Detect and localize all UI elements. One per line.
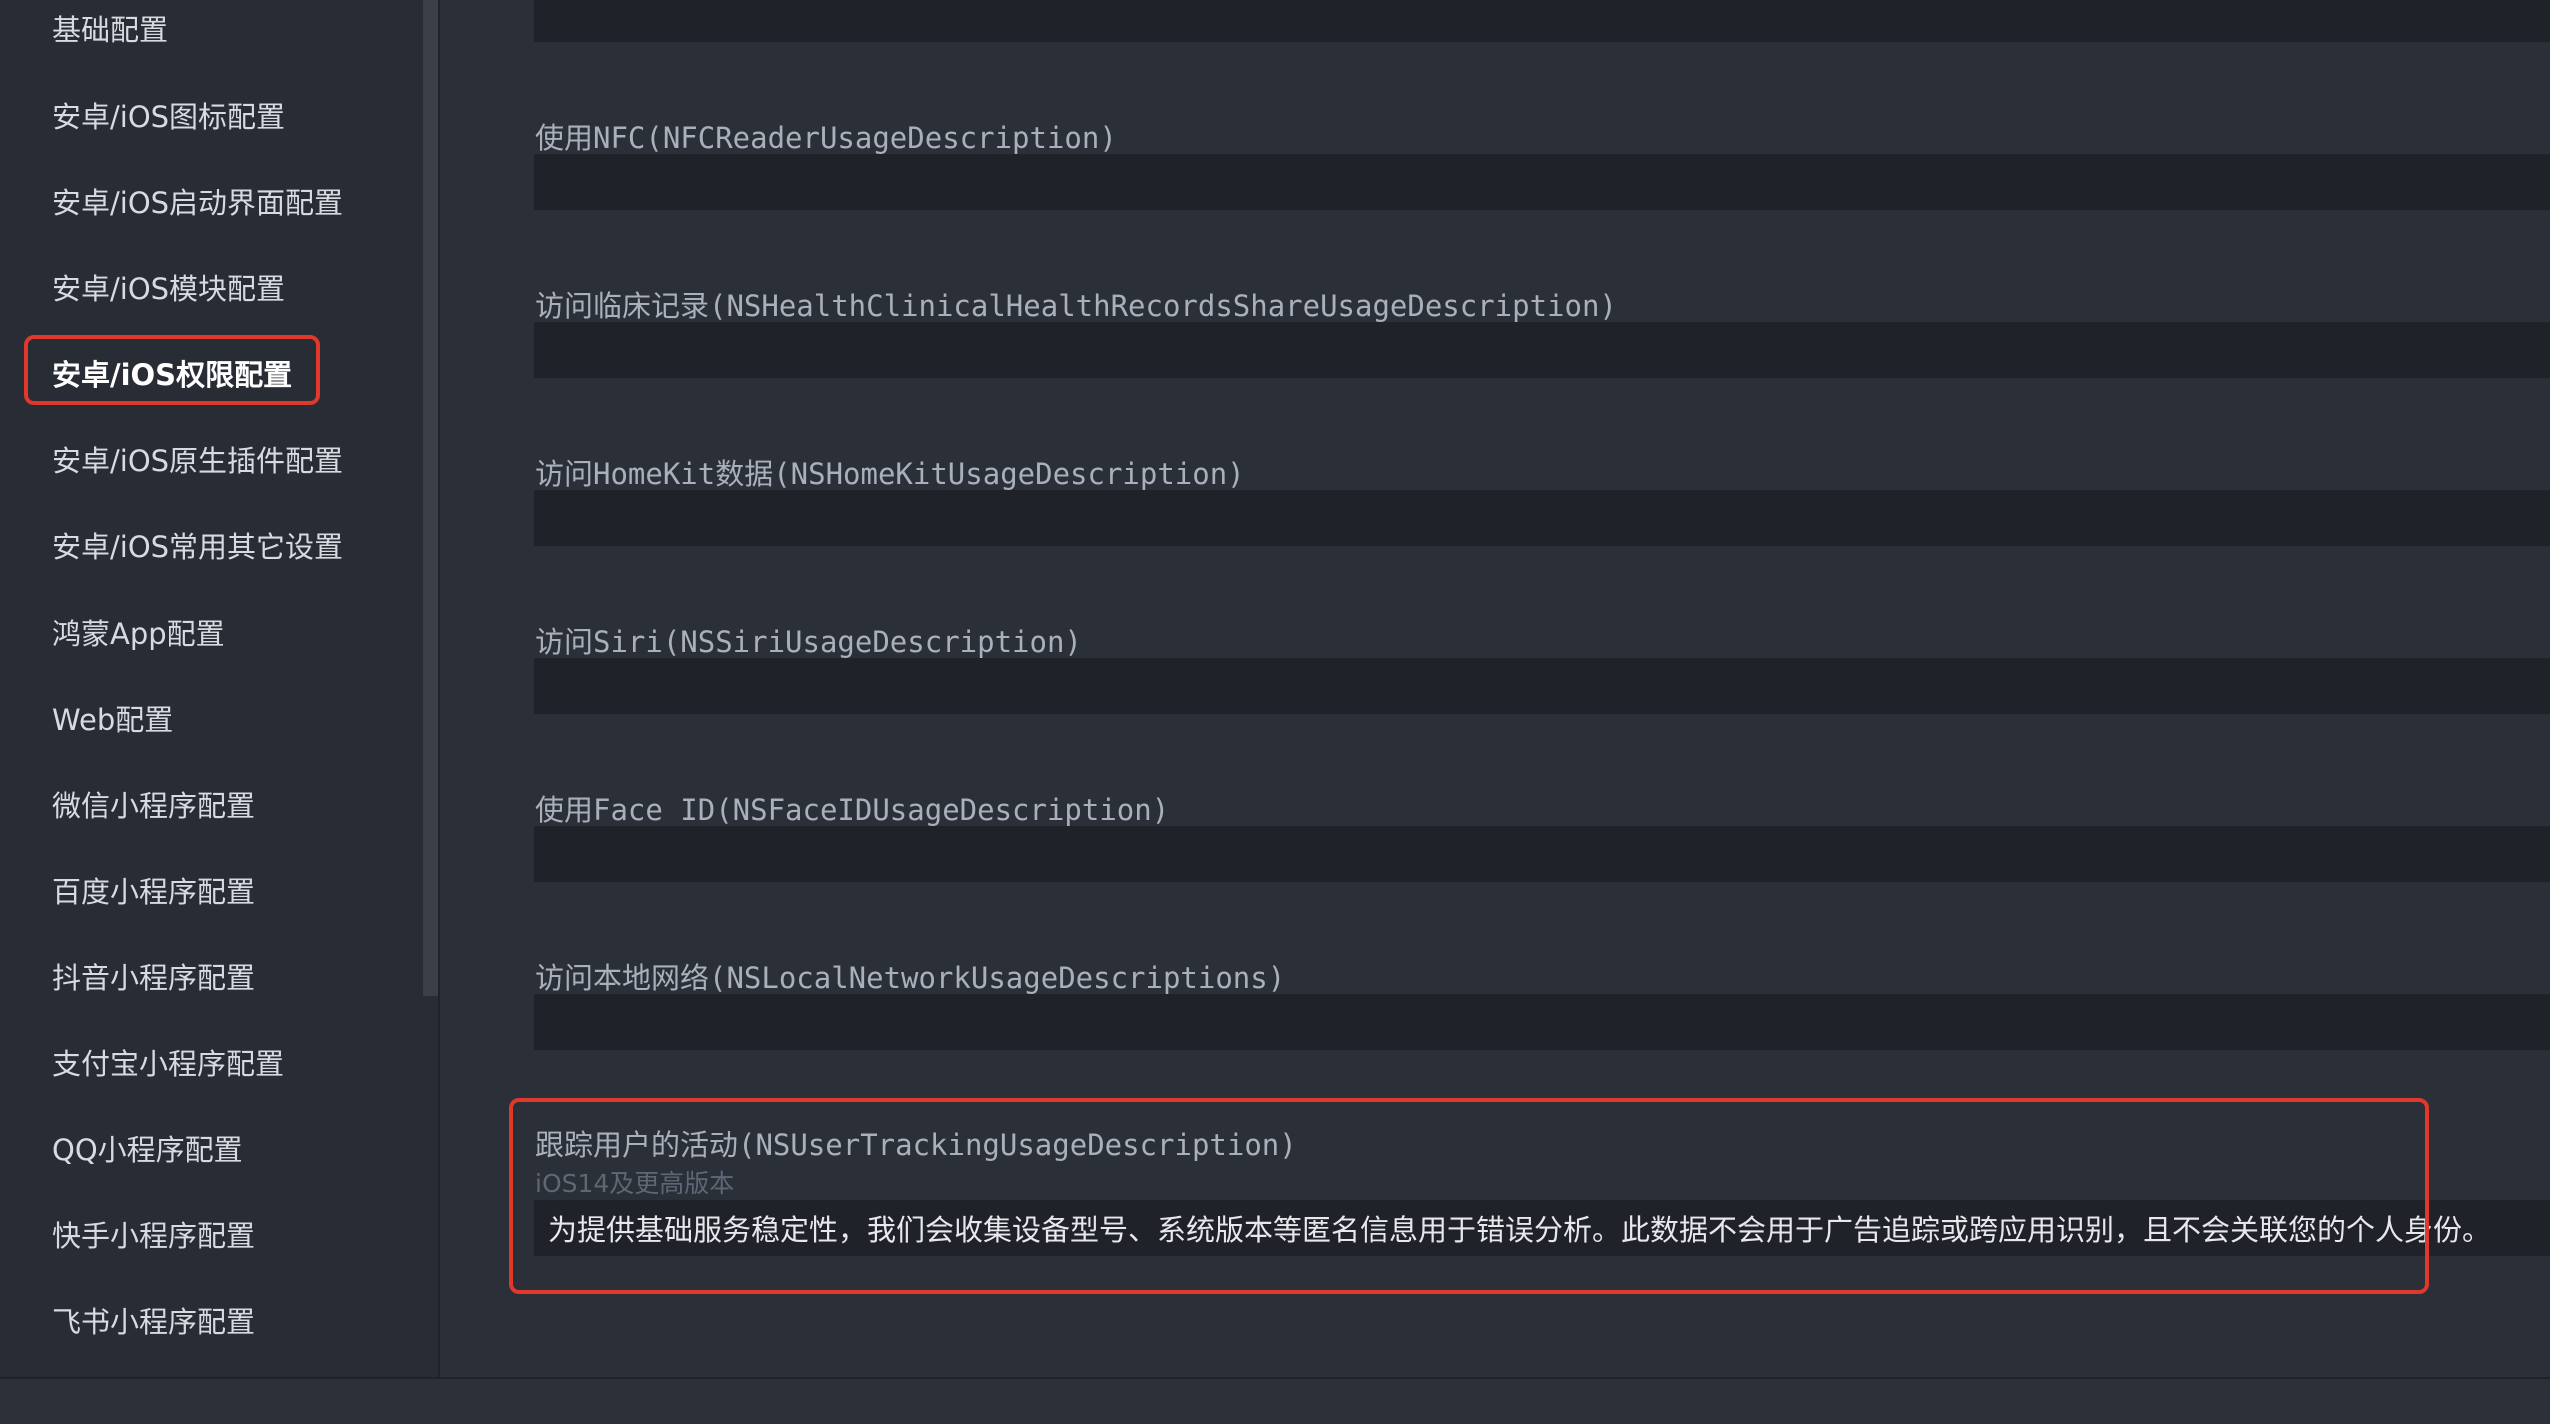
sidebar-item-android-ios-module-config[interactable]: 安卓/iOS模块配置 [52, 259, 285, 319]
sidebar-item-android-ios-other-settings[interactable]: 安卓/iOS常用其它设置 [52, 517, 343, 577]
sidebar-item-baidu-mp-config[interactable]: 百度小程序配置 [52, 862, 255, 922]
sidebar-item-kuaishou-mp-config[interactable]: 快手小程序配置 [52, 1206, 255, 1266]
sidebar-item-feishu-mp-config[interactable]: 飞书小程序配置 [52, 1292, 255, 1352]
sidebar-item-alipay-mp-config[interactable]: 支付宝小程序配置 [52, 1034, 284, 1094]
app-window: 基础配置 安卓/iOS图标配置 安卓/iOS启动界面配置 安卓/iOS模块配置 … [0, 0, 2550, 1424]
sidebar-item-android-ios-splash-config[interactable]: 安卓/iOS启动界面配置 [52, 173, 343, 233]
sidebar-item-harmony-app-config[interactable]: 鸿蒙App配置 [52, 604, 225, 664]
faceid-field-label: 使用Face ID(NSFaceIDUsageDescription) [535, 793, 1170, 827]
homekit-field-label: 访问HomeKit数据(NSHomeKitUsageDescription) [535, 457, 1245, 491]
faceid-usage-input[interactable] [534, 826, 2550, 882]
sidebar-item-basic-config[interactable]: 基础配置 [52, 0, 168, 60]
clinical-records-usage-input[interactable] [534, 322, 2550, 378]
sidebar-item-wechat-mp-config[interactable]: 微信小程序配置 [52, 776, 255, 836]
permission-config-panel: 使用NFC(NFCReaderUsageDescription) 访问临床记录(… [440, 0, 2550, 1377]
sidebar-item-android-ios-permission-config[interactable]: 安卓/iOS权限配置 [52, 345, 292, 405]
previous-field-input[interactable] [534, 0, 2550, 42]
bottom-bar [0, 1377, 2550, 1424]
clinical-records-field-label: 访问临床记录(NSHealthClinicalHealthRecordsShar… [535, 289, 1617, 323]
siri-usage-input[interactable] [534, 658, 2550, 714]
sidebar-item-web-config[interactable]: Web配置 [52, 690, 173, 750]
user-tracking-field-hint: iOS14及更高版本 [535, 1169, 735, 1198]
sidebar-item-douyin-mp-config[interactable]: 抖音小程序配置 [52, 948, 255, 1008]
local-network-usage-input[interactable] [534, 994, 2550, 1050]
sidebar-item-android-ios-icon-config[interactable]: 安卓/iOS图标配置 [52, 87, 285, 147]
user-tracking-field-label: 跟踪用户的活动(NSUserTrackingUsageDescription) [535, 1128, 1297, 1162]
homekit-usage-input[interactable] [534, 490, 2550, 546]
sidebar-item-qq-mp-config[interactable]: QQ小程序配置 [52, 1120, 243, 1180]
sidebar-scrollbar[interactable] [423, 0, 438, 996]
nfc-usage-input[interactable] [534, 154, 2550, 210]
nfc-field-label: 使用NFC(NFCReaderUsageDescription) [535, 121, 1117, 155]
user-tracking-usage-input[interactable] [534, 1200, 2550, 1256]
siri-field-label: 访问Siri(NSSiriUsageDescription) [535, 625, 1082, 659]
sidebar-item-android-ios-native-plugin-config[interactable]: 安卓/iOS原生插件配置 [52, 431, 343, 491]
sidebar-nav: 基础配置 安卓/iOS图标配置 安卓/iOS启动界面配置 安卓/iOS模块配置 … [0, 0, 440, 1377]
local-network-field-label: 访问本地网络(NSLocalNetworkUsageDescriptions) [535, 961, 1286, 995]
